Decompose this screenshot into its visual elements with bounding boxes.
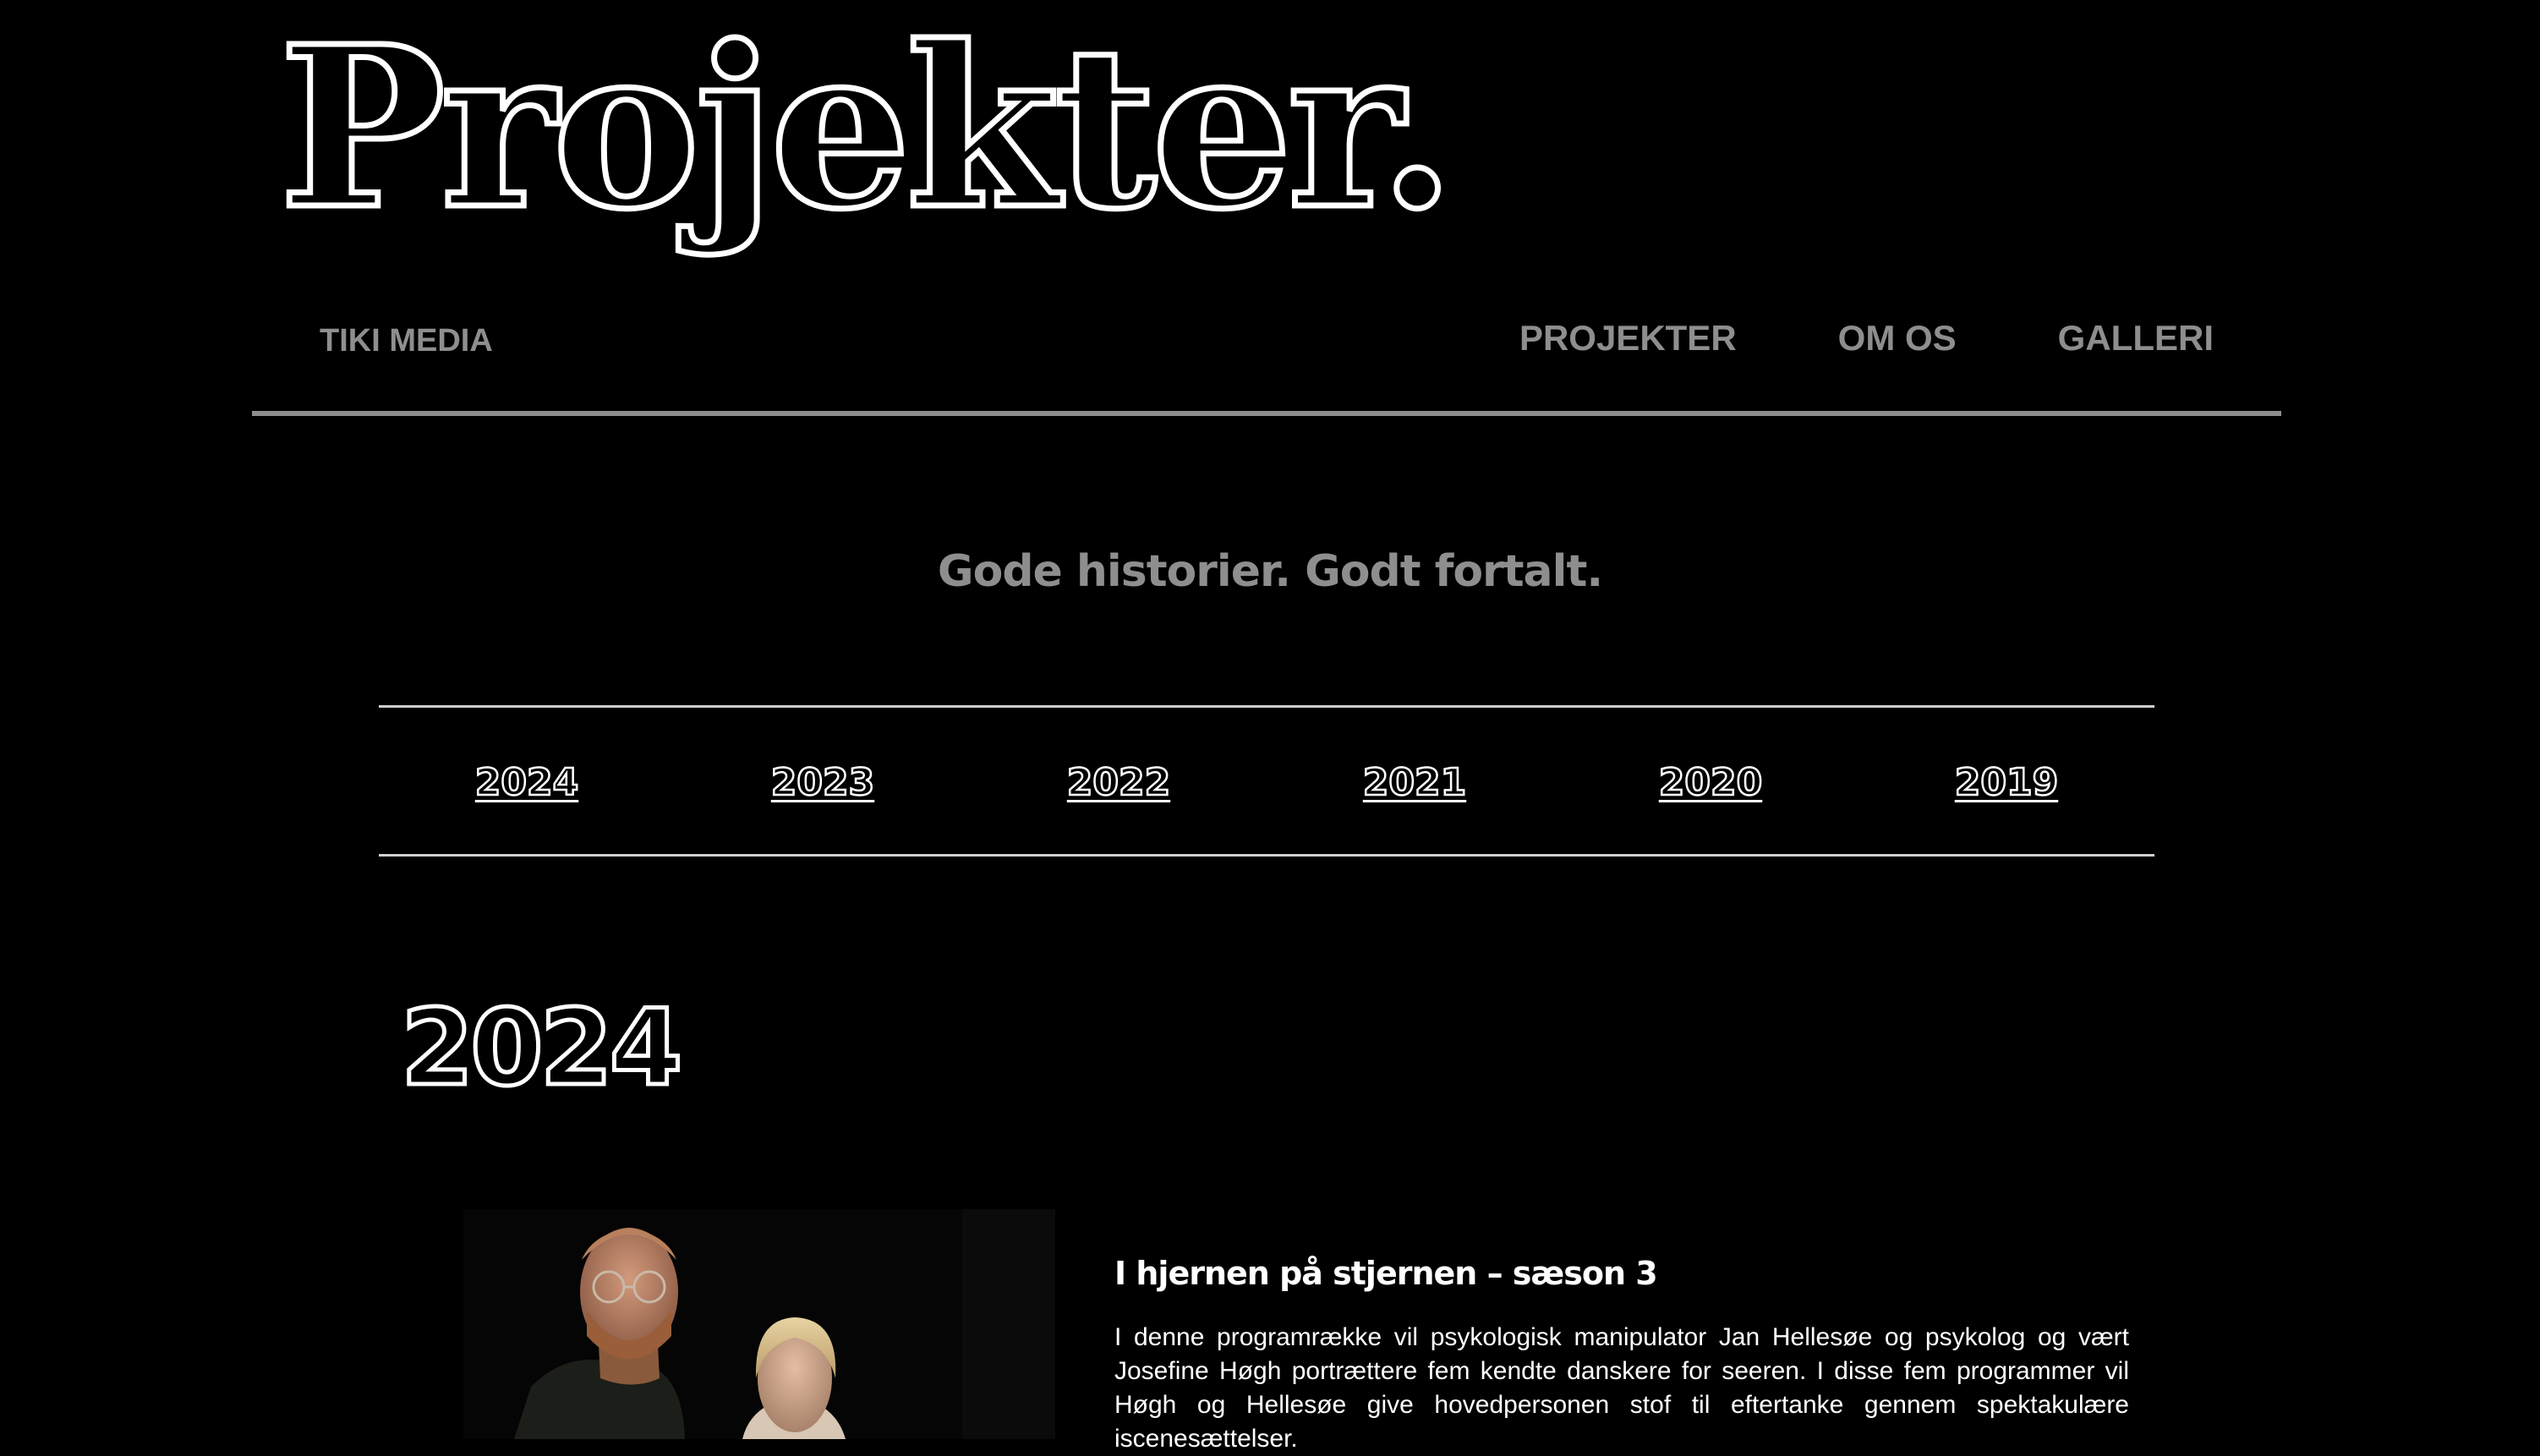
nav-link-om-os[interactable]: OM OS xyxy=(1838,318,1957,359)
project-description: I denne programrække vil psykologisk man… xyxy=(1114,1323,2129,1453)
project-photo-illustration xyxy=(463,1209,1055,1439)
nav-link-galleri[interactable]: GALLERI xyxy=(2058,318,2214,359)
year-link-2021[interactable]: 2021 xyxy=(1362,759,1468,805)
nav-link-projekter[interactable]: PROJEKTER xyxy=(1519,318,1737,359)
year-link-2022[interactable]: 2022 xyxy=(1066,759,1172,805)
tagline: Gode historier. Godt fortalt. xyxy=(937,546,1603,597)
year-link-2020[interactable]: 2020 xyxy=(1658,759,1764,805)
year-link-2023[interactable]: 2023 xyxy=(770,759,876,805)
year-filter-top-rule xyxy=(379,705,2154,708)
page-hero-title: Projekter. xyxy=(276,0,1459,258)
year-link-2024[interactable]: 2024 xyxy=(474,759,580,805)
nav-divider xyxy=(252,411,2281,416)
year-link-2019[interactable]: 2019 xyxy=(1954,759,2060,805)
year-filter-bottom-rule xyxy=(379,854,2154,857)
project-title[interactable]: I hjernen på stjernen – sæson 3 xyxy=(1114,1255,1658,1292)
main-nav: PROJEKTER OM OS GALLERI xyxy=(1519,318,2214,359)
project-image[interactable] xyxy=(463,1209,1055,1439)
nav-brand-link[interactable]: TIKI MEDIA xyxy=(320,323,493,359)
year-filter-bar: 2024 2023 2022 2021 2020 2019 xyxy=(379,753,2154,812)
section-year-heading: 2024 xyxy=(398,988,684,1109)
